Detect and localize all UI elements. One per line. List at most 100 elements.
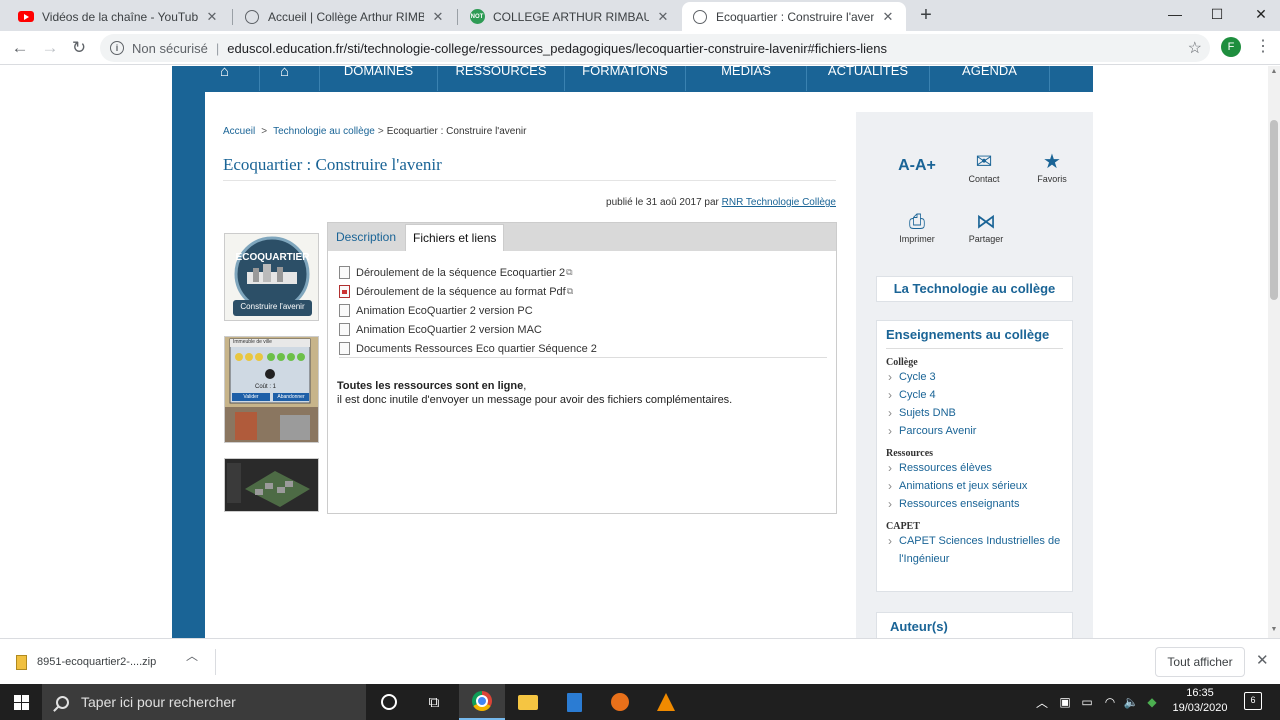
tech-college-link[interactable]: La Technologie au collège (876, 276, 1073, 302)
tab-close-icon[interactable]: ✕ (655, 9, 671, 25)
breadcrumb-separator: > (261, 126, 268, 137)
sidebar-link[interactable]: Cycle 4 (886, 386, 1063, 404)
external-link-icon: ⧉ (566, 267, 573, 277)
sidebar-link[interactable]: Sujets DNB (886, 404, 1063, 422)
contact-tool[interactable]: ✉ Contact (960, 150, 1008, 184)
address-bar[interactable]: i Non sécurisé | eduscol.education.fr/st… (100, 34, 1210, 62)
file-link-label[interactable]: Déroulement de la séquence Ecoquartier 2 (356, 267, 565, 279)
download-filename[interactable]: 8951-ecoquartier2-....zip (37, 656, 156, 668)
tray-chevron-icon[interactable]: ︿ (1034, 684, 1050, 720)
favorites-tool[interactable]: ★ Favoris (1031, 150, 1073, 184)
browser-tab-college[interactable]: Accueil | Collège Arthur RIMBAU ✕ (234, 2, 456, 31)
tab-close-icon[interactable]: ✕ (430, 9, 446, 25)
print-tool[interactable]: ⎙ Imprimer (893, 210, 941, 244)
vlc-button[interactable] (643, 684, 689, 720)
folder-icon (518, 694, 538, 710)
tab-close-icon[interactable]: ✕ (880, 9, 896, 25)
file-link-item[interactable]: Animation EcoQuartier 2 version PC (339, 301, 597, 320)
firefox-icon (611, 693, 629, 711)
breadcrumb-home[interactable]: Accueil (223, 126, 255, 137)
page-scrollbar[interactable]: ▲ ▼ (1268, 66, 1280, 638)
nav-domaines[interactable]: DOMAINES (320, 66, 438, 91)
file-link-item[interactable]: Animation EcoQuartier 2 version MAC (339, 320, 597, 339)
search-icon (56, 695, 69, 709)
file-link-item[interactable]: Déroulement de la séquence au format Pdf… (339, 282, 597, 301)
firefox-button[interactable] (597, 684, 643, 720)
volume-icon[interactable]: 🔈 (1122, 684, 1140, 720)
download-item[interactable]: 8951-ecoquartier2-....zip (8, 645, 208, 679)
sidebar-link[interactable]: Cycle 3 (886, 368, 1063, 386)
system-clock[interactable]: 16:35 19/03/2020 (1160, 686, 1240, 716)
browser-tab-ent[interactable]: NOT COLLEGE ARTHUR RIMBAUD - PF ✕ (459, 2, 681, 31)
battery-icon[interactable]: ▭ (1078, 684, 1096, 720)
nav-ressources[interactable]: RESSOURCES (438, 66, 565, 91)
forward-button[interactable]: → (38, 37, 62, 59)
file-link-label[interactable]: Animation EcoQuartier 2 version PC (356, 305, 533, 317)
file-link-label[interactable]: Animation EcoQuartier 2 version MAC (356, 324, 542, 336)
tab-close-icon[interactable]: ✕ (204, 9, 220, 25)
scroll-up-icon[interactable]: ▲ (1270, 68, 1278, 75)
tab-description[interactable]: Description (329, 224, 403, 251)
nav-home[interactable] (260, 66, 320, 91)
back-button[interactable]: ← (8, 37, 32, 59)
breadcrumb-section[interactable]: Technologie au collège (273, 126, 375, 137)
task-view-button[interactable]: ⧉ (411, 684, 457, 720)
resources-note: Toutes les ressources sont en ligne, il … (337, 379, 732, 407)
show-all-downloads-button[interactable]: Tout afficher (1155, 647, 1245, 677)
wifi-icon[interactable]: ◠ (1100, 684, 1120, 720)
start-button[interactable] (0, 684, 42, 720)
minimize-button[interactable]: — (1152, 3, 1198, 27)
bookmark-star-icon[interactable]: ☆ (1188, 38, 1202, 58)
author-link[interactable]: RNR Technologie Collège (722, 197, 836, 208)
tech-college-label[interactable]: La Technologie au collège (894, 281, 1056, 296)
browser-tab-ecoquartier[interactable]: Ecoquartier : Construire l'avenir ✕ (682, 2, 906, 31)
scroll-down-icon[interactable]: ▼ (1270, 626, 1278, 633)
security-shield-icon[interactable]: ◆ (1144, 684, 1160, 720)
font-size-tool[interactable]: A-A+ (896, 154, 938, 178)
file-link-label[interactable]: Documents Ressources Eco quartier Séquen… (356, 343, 597, 355)
close-shelf-icon[interactable]: ✕ (1256, 651, 1269, 669)
file-link-label[interactable]: Déroulement de la séquence au format Pdf (356, 286, 566, 298)
close-window-button[interactable]: ✕ (1238, 3, 1280, 27)
security-status[interactable]: Non sécurisé (132, 41, 208, 56)
ecoquartier-logo-image[interactable]: ECOQUARTIER Construire l'avenir (224, 233, 319, 321)
taskbar-search[interactable]: Taper ici pour rechercher (42, 684, 366, 720)
sidebar-link[interactable]: Ressources enseignants (886, 495, 1063, 513)
file-link-item[interactable]: Documents Ressources Eco quartier Séquen… (339, 339, 597, 358)
tab-files-links[interactable]: Fichiers et liens (405, 224, 505, 251)
new-tab-button[interactable]: + (915, 4, 937, 27)
tab-title: COLLEGE ARTHUR RIMBAUD - PF (493, 9, 649, 24)
nav-medias[interactable]: MEDIAS (686, 66, 807, 91)
browser-tab-youtube[interactable]: Vidéos de la chaîne - YouTube St ✕ (8, 2, 230, 31)
tray-app-icon[interactable]: ▣ (1056, 684, 1074, 720)
nav-formations[interactable]: FORMATIONS (565, 66, 686, 91)
share-tool[interactable]: ⋈ Partager (962, 210, 1010, 244)
sidebar-link[interactable]: l'Ingénieur (886, 550, 1063, 568)
ent-icon-text: NOT (469, 9, 485, 24)
maximize-button[interactable]: ☐ (1194, 3, 1240, 27)
info-icon[interactable]: i (110, 41, 124, 55)
file-link-item[interactable]: Déroulement de la séquence Ecoquartier 2… (339, 263, 597, 282)
nav-agenda[interactable]: AGENDA (930, 66, 1050, 91)
game-validate-button: Valider (243, 394, 259, 400)
game-map-image[interactable] (224, 458, 319, 512)
cortana-button[interactable] (366, 684, 412, 720)
scroll-thumb[interactable] (1270, 120, 1278, 300)
browser-menu-icon[interactable]: ⋮ (1255, 36, 1271, 58)
game-screenshot-image[interactable]: Immeuble de ville Coût : 1 Valider Aband… (224, 336, 319, 443)
profile-avatar[interactable]: F (1221, 37, 1241, 57)
url-text[interactable]: eduscol.education.fr/sti/technologie-col… (227, 41, 887, 56)
file-explorer-button[interactable] (505, 684, 551, 720)
document-app-button[interactable] (551, 684, 597, 720)
reload-button[interactable]: ↻ (67, 37, 91, 59)
chrome-taskbar-button[interactable] (459, 684, 505, 720)
file-list: Déroulement de la séquence Ecoquartier 2… (339, 263, 597, 358)
search-placeholder[interactable]: Taper ici pour rechercher (81, 694, 236, 710)
sidebar-link[interactable]: Ressources élèves (886, 459, 1063, 477)
notification-center-icon[interactable]: 6 (1244, 692, 1262, 710)
sidebar-link[interactable]: Parcours Avenir (886, 422, 1063, 440)
sidebar-link[interactable]: CAPET Sciences Industrielles de (886, 532, 1063, 550)
chevron-up-icon[interactable]: ︿ (186, 647, 198, 664)
nav-actualites[interactable]: ACTUALITES (807, 66, 930, 91)
sidebar-link[interactable]: Animations et jeux sérieux (886, 477, 1063, 495)
